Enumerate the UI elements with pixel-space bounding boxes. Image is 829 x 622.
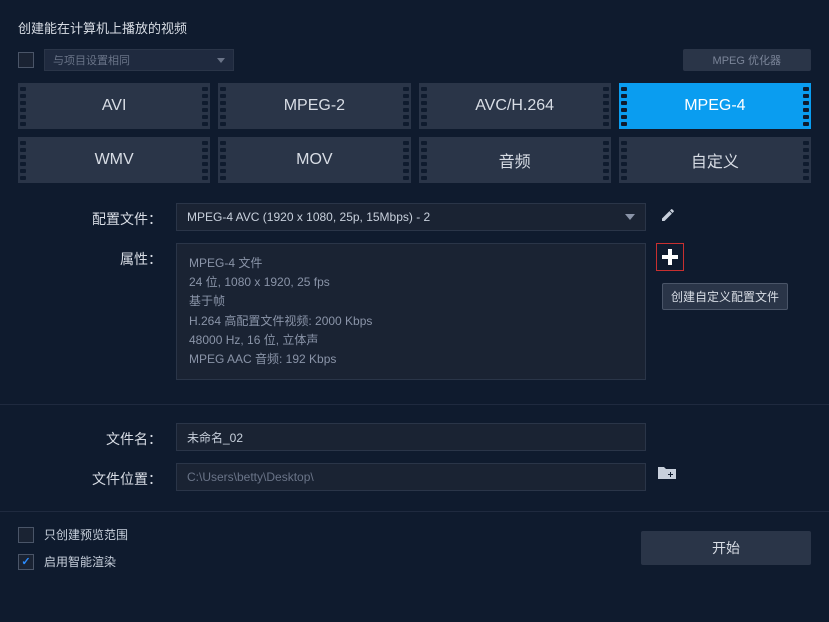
film-edge-icon [801, 83, 811, 129]
format-tile-label: AVI [102, 97, 127, 115]
chevron-down-icon [625, 214, 635, 220]
format-tile-label: MPEG-2 [284, 97, 345, 115]
film-edge-icon [200, 137, 210, 183]
filename-label: 文件名： [18, 423, 176, 449]
attrs-line: 基于帧 [189, 292, 633, 311]
folder-plus-icon [656, 463, 678, 483]
chevron-down-icon [217, 58, 225, 63]
film-edge-icon [401, 137, 411, 183]
attrs-line: H.264 高配置文件视频: 2000 Kbps [189, 312, 633, 331]
format-tile-mov[interactable]: MOV [218, 137, 410, 183]
format-tile-mpeg-4[interactable]: MPEG-4 [619, 83, 811, 129]
format-tile--[interactable]: 自定义 [619, 137, 811, 183]
format-tile-label: MOV [296, 151, 332, 169]
add-profile-tooltip: 创建自定义配置文件 [662, 283, 788, 310]
project-settings-label: 与项目设置相同 [53, 52, 130, 68]
format-tile--[interactable]: 音频 [419, 137, 611, 183]
use-project-settings-checkbox[interactable] [18, 52, 34, 68]
film-edge-icon [619, 137, 629, 183]
film-edge-icon [18, 137, 28, 183]
format-grid: AVI MPEG-2 AVC/H.264 MPEG-4 WMV MOV 音频 自定义 [18, 83, 811, 183]
bottom-section: 只创建预览范围 启用智能渲染 开始 [0, 511, 829, 584]
preview-only-checkbox[interactable] [18, 527, 34, 543]
film-edge-icon [218, 137, 228, 183]
film-edge-icon [801, 137, 811, 183]
divider [0, 404, 829, 405]
format-tile-avi[interactable]: AVI [18, 83, 210, 129]
attrs-line: 24 位, 1080 x 1920, 25 fps [189, 273, 633, 292]
filepath-input[interactable] [176, 463, 646, 491]
format-tile-wmv[interactable]: WMV [18, 137, 210, 183]
profile-value: MPEG-4 AVC (1920 x 1080, 25p, 15Mbps) - … [187, 210, 430, 224]
film-edge-icon [601, 137, 611, 183]
format-tile-label: 自定义 [691, 148, 739, 172]
plus-icon [662, 249, 678, 265]
film-edge-icon [601, 83, 611, 129]
film-edge-icon [200, 83, 210, 129]
format-tile-label: WMV [95, 151, 134, 169]
format-tile-label: AVC/H.264 [475, 97, 554, 115]
top-controls: 与项目设置相同 MPEG 优化器 [18, 49, 811, 71]
edit-profile-button[interactable] [656, 203, 680, 227]
preview-only-label: 只创建预览范围 [44, 526, 128, 543]
format-tile-avc-h-264[interactable]: AVC/H.264 [419, 83, 611, 129]
project-settings-dropdown[interactable]: 与项目设置相同 [44, 49, 234, 71]
page-title: 创建能在计算机上播放的视频 [18, 18, 811, 37]
attrs-line: 48000 Hz, 16 位, 立体声 [189, 331, 633, 350]
format-tile-mpeg-2[interactable]: MPEG-2 [218, 83, 410, 129]
profile-label: 配置文件： [18, 203, 176, 229]
format-tile-label: MPEG-4 [684, 97, 745, 115]
attrs-box: MPEG-4 文件24 位, 1080 x 1920, 25 fps基于帧H.2… [176, 243, 646, 380]
mpeg-optimizer-button[interactable]: MPEG 优化器 [683, 49, 811, 71]
film-edge-icon [401, 83, 411, 129]
attrs-line: MPEG AAC 音频: 192 Kbps [189, 350, 633, 369]
smart-render-checkbox[interactable] [18, 554, 34, 570]
film-edge-icon [419, 137, 429, 183]
browse-folder-button[interactable] [656, 463, 680, 487]
film-edge-icon [18, 83, 28, 129]
attrs-line: MPEG-4 文件 [189, 254, 633, 273]
pencil-icon [660, 207, 676, 223]
film-edge-icon [419, 83, 429, 129]
film-edge-icon [619, 83, 629, 129]
filename-input[interactable] [176, 423, 646, 451]
start-button[interactable]: 开始 [641, 531, 811, 565]
attrs-label: 属性： [18, 243, 176, 269]
add-profile-button[interactable] [656, 243, 684, 271]
format-tile-label: 音频 [499, 148, 531, 172]
smart-render-label: 启用智能渲染 [44, 553, 116, 570]
profile-dropdown[interactable]: MPEG-4 AVC (1920 x 1080, 25p, 15Mbps) - … [176, 203, 646, 231]
filepath-label: 文件位置： [18, 463, 176, 489]
film-edge-icon [218, 83, 228, 129]
